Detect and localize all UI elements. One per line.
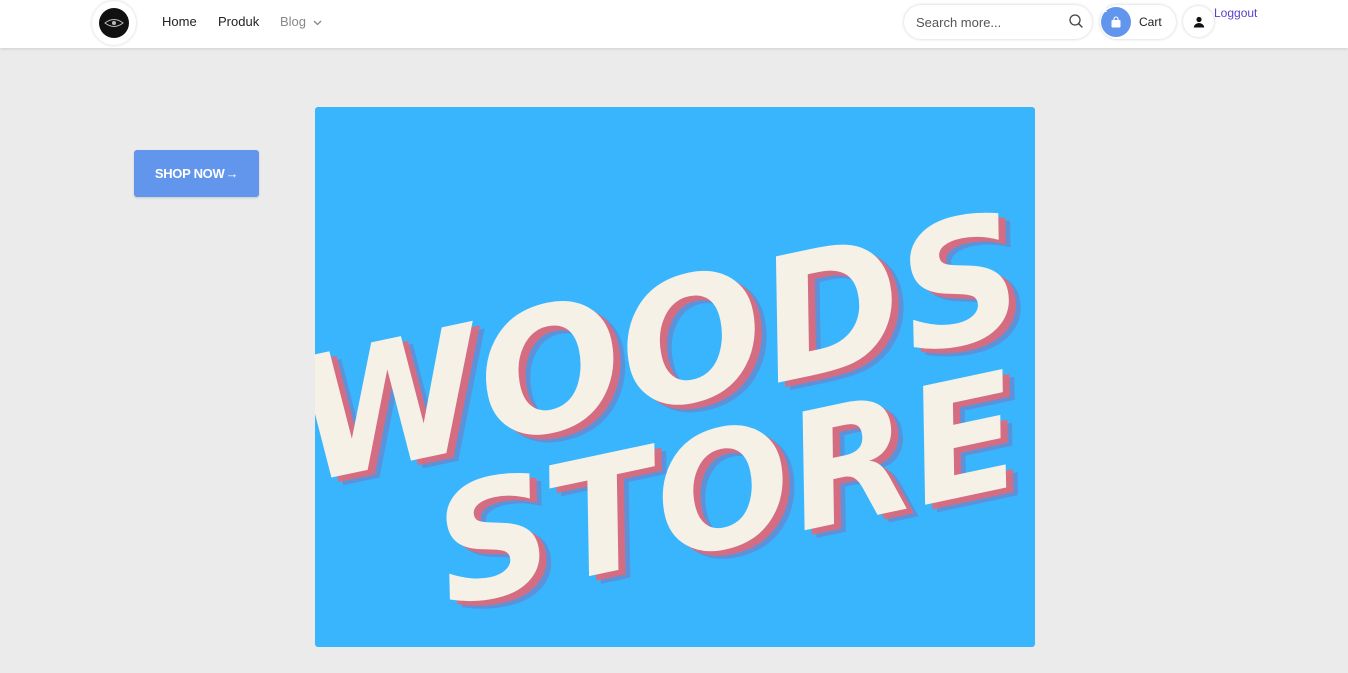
nav-link-blog[interactable]: Blog — [280, 14, 322, 30]
cart-button[interactable]: 2 Cart — [1100, 4, 1176, 39]
shop-now-label: SHOP NOW — [154, 166, 225, 181]
shop-now-button[interactable]: SHOP NOW → — [134, 150, 259, 197]
search-input[interactable] — [916, 13, 1062, 31]
shopping-bag-icon — [1111, 16, 1121, 28]
hero-banner: WOODS WOODS WOODS STORE STORE STORE — [315, 107, 1035, 647]
cart-label: Cart — [1139, 15, 1162, 29]
user-icon — [1193, 16, 1204, 27]
banner-artwork: WOODS WOODS WOODS STORE STORE STORE — [315, 175, 1035, 647]
cart-count-badge: 2 — [1102, 4, 1108, 14]
search-icon[interactable] — [1068, 13, 1084, 29]
nav-link-home[interactable]: Home — [162, 14, 197, 30]
search-box — [904, 5, 1092, 39]
chevron-down-icon — [313, 20, 322, 25]
nav-link-produk[interactable]: Produk — [218, 14, 259, 30]
logout-link[interactable]: Loggout — [1214, 6, 1257, 20]
logo-emblem-icon — [104, 19, 124, 27]
nav-link-blog-label: Blog — [280, 14, 307, 29]
top-navbar: Home Produk Blog 2 Cart Loggout — [0, 0, 1348, 48]
arrow-right-icon: → — [225, 166, 239, 181]
logo-mark — [99, 8, 129, 38]
user-account-button[interactable] — [1183, 6, 1214, 37]
logo-icon[interactable] — [92, 1, 136, 45]
